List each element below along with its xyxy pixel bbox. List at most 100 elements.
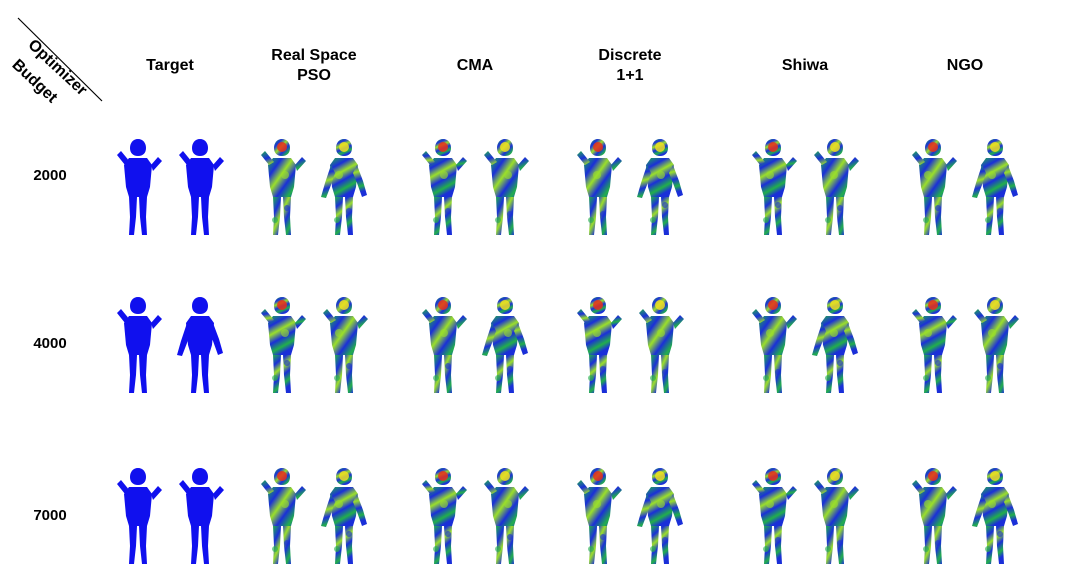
figure-head xyxy=(130,468,146,485)
figure-error-spot xyxy=(588,546,594,552)
figure-error-spot xyxy=(985,375,991,381)
figure-error-spot xyxy=(990,142,1000,152)
figure-torso xyxy=(330,487,358,526)
figure-error-spot xyxy=(830,142,840,152)
figure-error-spot xyxy=(825,546,831,552)
figure-error-spot xyxy=(445,363,451,369)
figure-legs xyxy=(129,197,147,235)
figure-error-spot xyxy=(433,375,439,381)
figure-error-spot xyxy=(445,531,451,537)
figure-error-spot xyxy=(924,500,932,508)
figure-error-spot xyxy=(440,500,448,508)
figure-error-spot xyxy=(990,471,1000,481)
reconstruction-figure-r2-c2-1 xyxy=(470,464,540,568)
figure-error-spot xyxy=(334,375,340,381)
figure-head xyxy=(192,297,208,314)
figure-error-spot xyxy=(281,171,289,179)
figure-torso xyxy=(919,158,947,197)
figure-head xyxy=(192,139,208,156)
figure-error-spot xyxy=(440,329,448,337)
figure-error-spot xyxy=(990,300,1000,310)
figure-error-spot xyxy=(657,329,665,337)
target-pose-figure-r2-c0-0 xyxy=(103,464,173,568)
figure-error-spot xyxy=(593,329,601,337)
figure-error-spot xyxy=(657,500,665,508)
figure-legs xyxy=(335,355,353,393)
column-header-5: NGO xyxy=(895,56,1035,76)
figure-error-spot xyxy=(272,217,278,223)
figure-error-spot xyxy=(588,375,594,381)
figure-legs xyxy=(986,197,1004,235)
figure-legs xyxy=(496,526,514,564)
figure-error-spot xyxy=(655,142,665,152)
figure-legs xyxy=(924,197,942,235)
reconstruction-figure-r2-c3-0 xyxy=(563,464,633,568)
figure-error-spot xyxy=(281,329,289,337)
figure-error-spot xyxy=(657,171,665,179)
reconstruction-figure-r0-c1-1 xyxy=(309,135,379,239)
reconstruction-figure-r1-c5-0 xyxy=(898,293,968,397)
figure-error-spot xyxy=(504,329,512,337)
figure-error-spot xyxy=(766,171,774,179)
figure-head xyxy=(192,468,208,485)
figure-error-spot xyxy=(935,205,941,211)
figure-error-spot xyxy=(923,375,929,381)
figure-error-spot xyxy=(504,171,512,179)
figure-error-spot xyxy=(768,471,778,481)
figure-error-spot xyxy=(495,546,501,552)
row-label-budget: 7000 xyxy=(33,507,67,524)
figure-legs xyxy=(986,355,1004,393)
reconstruction-figure-r1-c3-1 xyxy=(625,293,695,397)
figure-error-spot xyxy=(997,531,1003,537)
figure-error-spot xyxy=(775,202,781,208)
corner-header: Optimizer Budget xyxy=(0,0,110,106)
row-label-budget: 4000 xyxy=(33,335,67,352)
figure-error-spot xyxy=(339,300,349,310)
figure-error-spot xyxy=(768,300,778,310)
figure-error-spot xyxy=(500,471,510,481)
reconstruction-figure-r2-c1-0 xyxy=(247,464,317,568)
figure-torso xyxy=(124,158,152,197)
reconstruction-figure-r1-c3-0 xyxy=(563,293,633,397)
figure-legs xyxy=(191,526,209,564)
figure-torso xyxy=(186,316,214,355)
reconstruction-figure-r2-c5-1 xyxy=(960,464,1030,568)
figure-legs xyxy=(129,355,147,393)
figure-torso xyxy=(186,158,214,197)
figure-error-spot xyxy=(662,202,668,208)
reconstruction-figure-r0-c2-0 xyxy=(408,135,478,239)
figure-error-spot xyxy=(272,375,278,381)
figure-legs xyxy=(589,526,607,564)
figure-error-spot xyxy=(339,142,349,152)
figure-error-spot xyxy=(277,142,287,152)
figure-error-spot xyxy=(837,360,843,366)
column-header-line: PSO xyxy=(297,67,331,84)
figure-legs xyxy=(764,526,782,564)
figure-error-spot xyxy=(433,546,439,552)
figure-error-spot xyxy=(766,329,774,337)
column-header-3: Discrete 1+1 xyxy=(560,46,700,86)
row-label-budget: 2000 xyxy=(33,167,67,184)
figure-error-spot xyxy=(650,546,656,552)
figure-error-spot xyxy=(775,537,781,543)
figure-legs xyxy=(496,355,514,393)
figure-error-spot xyxy=(935,360,941,366)
figure-error-spot xyxy=(988,171,996,179)
figure-error-spot xyxy=(438,142,448,152)
reconstruction-figure-r1-c5-1 xyxy=(960,293,1030,397)
figure-error-spot xyxy=(924,329,932,337)
figure-error-spot xyxy=(825,217,831,223)
reconstruction-figure-r0-c5-0 xyxy=(898,135,968,239)
figure-legs xyxy=(826,197,844,235)
figure-legs xyxy=(434,197,452,235)
figure-error-spot xyxy=(600,366,606,372)
reconstruction-figure-r1-c1-0 xyxy=(247,293,317,397)
figure-error-spot xyxy=(284,540,290,546)
figure-error-spot xyxy=(650,375,656,381)
column-header-0: Target xyxy=(100,56,240,76)
figure-error-spot xyxy=(433,217,439,223)
figure-error-spot xyxy=(284,360,290,366)
figure-error-spot xyxy=(830,300,840,310)
target-pose-figure-r0-c0-1 xyxy=(165,135,235,239)
figure-error-spot xyxy=(775,369,781,375)
